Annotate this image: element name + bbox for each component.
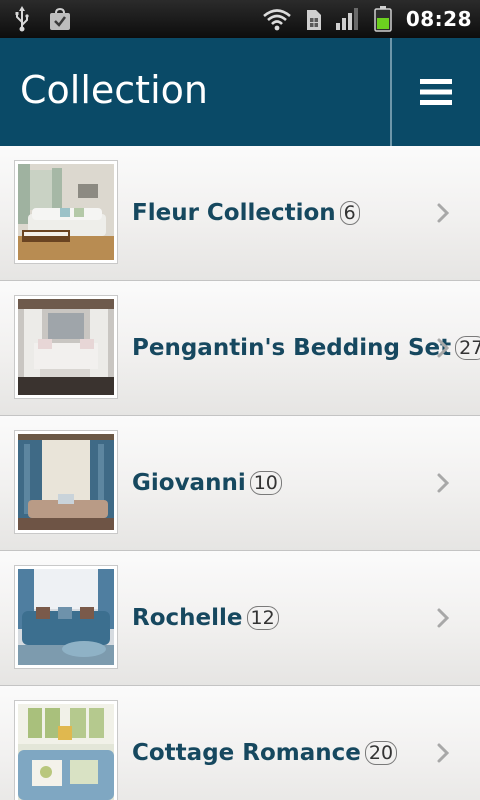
item-title: Rochelle	[132, 605, 243, 631]
thumbnail	[14, 295, 118, 399]
hamburger-menu-icon	[420, 79, 452, 105]
item-title: Cottage Romance	[132, 740, 361, 766]
signal-icon	[335, 8, 358, 30]
item-count-badge: 6	[339, 201, 360, 225]
item-count-badge: 12	[246, 606, 279, 630]
collection-list: Fleur Collection 6 Pengantin's Bedding S…	[0, 146, 480, 800]
list-item-giovanni[interactable]: Giovanni 10	[0, 416, 480, 551]
wifi-icon	[262, 9, 291, 31]
item-title: Fleur Collection	[132, 200, 336, 226]
clock: 08:28	[405, 7, 472, 31]
shopping-bag-icon	[50, 7, 70, 30]
list-item-cottage-romance[interactable]: Cottage Romance 20	[0, 686, 480, 800]
list-item-fleur-collection[interactable]: Fleur Collection 6	[0, 146, 480, 281]
thumbnail	[14, 430, 118, 534]
action-bar: Collection	[0, 38, 480, 146]
thumbnail	[14, 565, 118, 669]
menu-button[interactable]	[392, 38, 480, 146]
thumbnail	[14, 160, 118, 264]
chevron-right-icon	[437, 608, 450, 628]
chevron-right-icon	[437, 203, 450, 223]
chevron-right-icon	[437, 473, 450, 493]
sim-card-icon	[306, 10, 321, 30]
status-bar: 08:28	[0, 0, 480, 38]
thumbnail	[14, 700, 118, 800]
battery-icon	[374, 6, 392, 32]
item-count-badge: 10	[249, 471, 282, 495]
item-title: Pengantin's Bedding Set	[132, 335, 452, 361]
page-title: Collection	[20, 68, 208, 112]
list-item-pengantins-bedding-set[interactable]: Pengantin's Bedding Set 27	[0, 281, 480, 416]
chevron-right-icon	[437, 743, 450, 763]
list-item-rochelle[interactable]: Rochelle 12	[0, 551, 480, 686]
item-title: Giovanni	[132, 470, 246, 496]
item-count-badge: 27	[455, 336, 480, 360]
chevron-right-icon	[437, 338, 450, 358]
item-count-badge: 20	[364, 741, 398, 765]
usb-icon	[15, 6, 29, 32]
